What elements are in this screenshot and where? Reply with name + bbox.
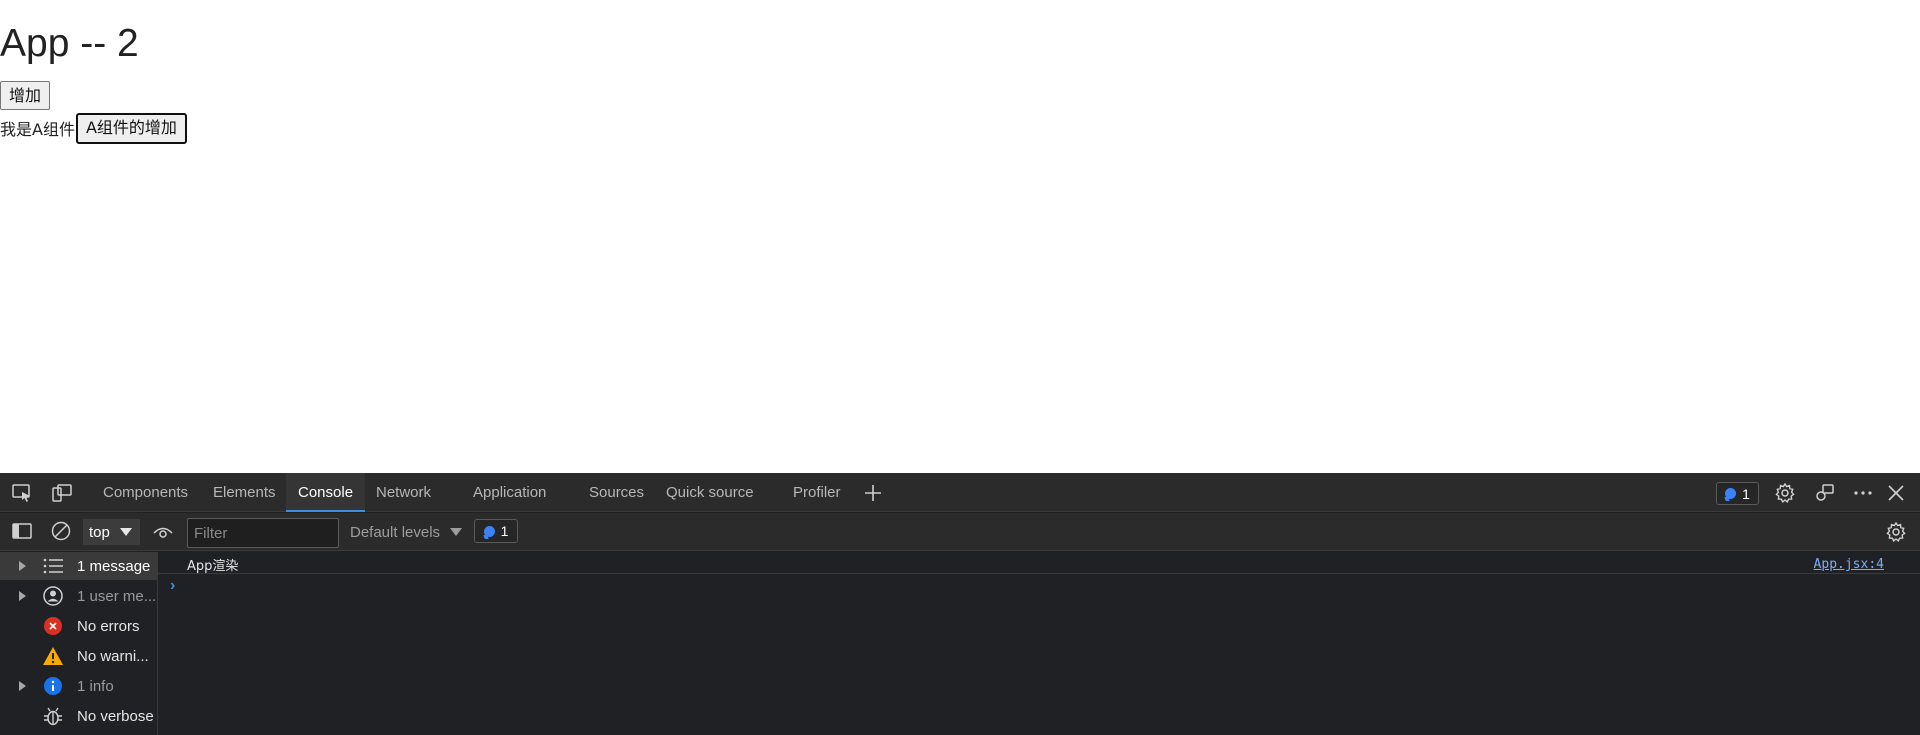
sidebar-item-label: No errors: [77, 617, 140, 635]
inspect-element-icon[interactable]: [10, 481, 34, 505]
chevron-down-icon: [119, 528, 132, 536]
context-selector[interactable]: top: [83, 519, 140, 545]
bug-icon: [42, 705, 64, 727]
messages-badge[interactable]: 1: [474, 519, 518, 543]
log-levels-label: Default levels: [350, 523, 441, 541]
sidebar-item-warnings[interactable]: No warni...: [0, 642, 157, 670]
add-tab-icon[interactable]: [861, 481, 885, 505]
tab-profiler[interactable]: Profiler: [793, 473, 841, 512]
tab-sources[interactable]: Sources: [589, 473, 644, 512]
clear-console-icon[interactable]: [49, 519, 73, 543]
user-icon: [42, 585, 64, 607]
more-options-icon[interactable]: [1851, 481, 1875, 505]
tab-components[interactable]: Components: [103, 473, 188, 512]
tab-elements[interactable]: Elements: [213, 473, 276, 512]
sidebar-item-label: 1 message: [77, 557, 151, 575]
page-viewport: App -- 2 增加 我是A组件 A组件的增加: [0, 0, 1920, 473]
expand-arrow-icon[interactable]: [19, 561, 26, 571]
devtools-panel: Components Elements Console Network Appl…: [0, 473, 1920, 735]
tab-console[interactable]: Console: [286, 473, 366, 512]
filter-input[interactable]: [187, 518, 339, 548]
customize-icon[interactable]: [1813, 481, 1837, 505]
issues-badge[interactable]: 1: [1716, 482, 1759, 505]
sidebar-item-label: No warni...: [77, 647, 149, 665]
list-icon: [42, 555, 64, 577]
toggle-sidebar-icon[interactable]: [10, 519, 34, 543]
console-sidebar: 1 message 1 user me... No errors No warn…: [0, 552, 158, 735]
live-expression-eye-icon[interactable]: [151, 520, 175, 544]
messages-count: 1: [500, 523, 509, 539]
tab-quick-source[interactable]: Quick source: [666, 473, 754, 512]
console-message-row[interactable]: App渲染 App.jsx:4: [158, 552, 1920, 574]
console-prompt-chevron-icon[interactable]: ›: [170, 577, 175, 595]
info-icon: [42, 675, 64, 697]
sidebar-item-label: No verbose: [77, 707, 154, 725]
page-title: App -- 2: [0, 22, 139, 65]
console-output[interactable]: App渲染 App.jsx:4 ›: [158, 552, 1920, 735]
sidebar-item-label: 1 info: [77, 677, 114, 695]
sidebar-item-label: 1 user me...: [77, 587, 157, 605]
component-a-add-button[interactable]: A组件的增加: [75, 112, 187, 144]
error-icon: [42, 615, 64, 637]
component-a: 我是A组件 A组件的增加: [0, 112, 187, 144]
console-settings-gear-icon[interactable]: [1884, 520, 1908, 544]
add-button[interactable]: 增加: [0, 81, 51, 110]
console-toolbar: top Default levels 1: [0, 513, 1920, 551]
log-levels-dropdown[interactable]: Default levels: [350, 518, 463, 546]
sidebar-item-verbose[interactable]: No verbose: [0, 702, 157, 730]
component-a-label: 我是A组件: [0, 120, 75, 139]
devtools-tabbar: Components Elements Console Network Appl…: [0, 473, 1920, 512]
issues-count: 1: [1742, 485, 1750, 502]
console-message-text: App渲染: [187, 559, 239, 574]
sidebar-item-user-messages[interactable]: 1 user me...: [0, 582, 157, 610]
tab-network[interactable]: Network: [376, 473, 431, 512]
chevron-down-icon: [450, 528, 463, 536]
close-devtools-icon[interactable]: [1884, 481, 1908, 505]
settings-gear-icon[interactable]: [1773, 481, 1797, 505]
sidebar-item-messages[interactable]: 1 message: [0, 552, 157, 580]
message-icon: [1725, 488, 1737, 499]
sidebar-item-errors[interactable]: No errors: [0, 612, 157, 640]
warning-icon: [42, 645, 64, 667]
tab-application[interactable]: Application: [473, 473, 546, 512]
expand-arrow-icon[interactable]: [19, 681, 26, 691]
console-message-source-link[interactable]: App.jsx:4: [1814, 557, 1884, 572]
context-value: top: [89, 523, 110, 541]
sidebar-item-info[interactable]: 1 info: [0, 672, 157, 700]
message-icon: [483, 525, 495, 537]
device-toolbar-icon[interactable]: [50, 481, 74, 505]
expand-arrow-icon[interactable]: [19, 591, 26, 601]
